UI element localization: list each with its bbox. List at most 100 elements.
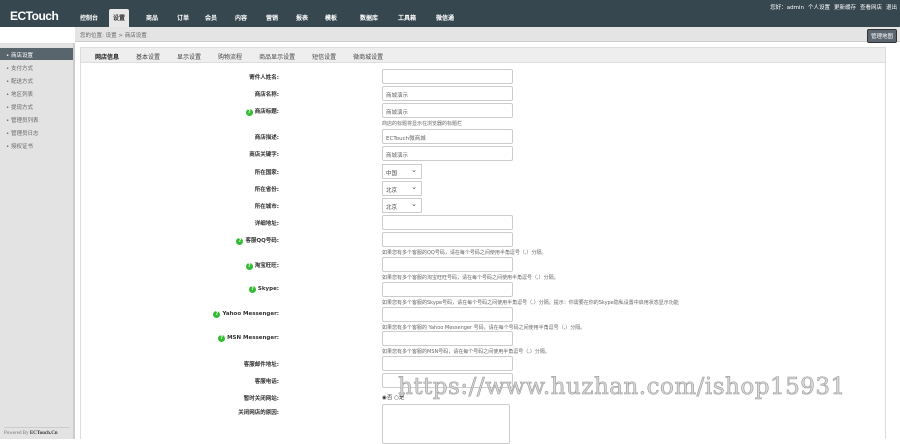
field-label: 所在省份: bbox=[255, 185, 279, 193]
label-text: 客服电话: bbox=[254, 379, 279, 385]
text-input[interactable] bbox=[382, 307, 513, 322]
field-label: 商店名称: bbox=[255, 90, 279, 98]
ectouch-logo: ECTouch bbox=[10, 9, 59, 23]
nav-tab-10[interactable]: 工具箱 bbox=[398, 13, 416, 22]
label-text: 寄件人姓名: bbox=[249, 75, 279, 81]
select-dropdown[interactable]: 中国 bbox=[382, 164, 422, 179]
settings-tabs: 网店信息 基本设置 显示设置 购物流程 商品显示设置 短信设置 微商城设置 bbox=[81, 48, 885, 63]
radio-label: 否 bbox=[386, 395, 393, 401]
field-label: 所在国家: bbox=[255, 168, 279, 176]
sidebar-item-0[interactable]: • 商店设置 bbox=[0, 48, 73, 60]
text-input[interactable] bbox=[382, 331, 513, 346]
field-note: 如果您有多个客服的Skype号码，请在每个号码之间使用半角逗号（,）分隔。提示：… bbox=[382, 300, 679, 306]
sidebar-item-6[interactable]: • 管理员日志 bbox=[0, 126, 73, 138]
field-note: 如果您有多个客服的淘宝旺旺号码，请在每个号码之间使用半角逗号（,）分隔。 bbox=[382, 275, 559, 281]
nav-tab-6[interactable]: 营销 bbox=[266, 13, 278, 22]
label-text: 所在城市: bbox=[254, 204, 279, 210]
label-text: 详细地址: bbox=[254, 221, 279, 227]
field-note: 如果您有多个客服的QQ号码，请在每个号码之间使用半角逗号（,）分隔。 bbox=[382, 250, 547, 256]
user-link-0: 您好：admin bbox=[770, 5, 804, 11]
tab-1[interactable]: 基本设置 bbox=[136, 48, 160, 61]
user-links: 您好：admin 个人设置 更新缓存 查看网店 退出 bbox=[766, 3, 897, 11]
tab-2[interactable]: 显示设置 bbox=[177, 48, 201, 61]
text-input[interactable]: 商城演示 bbox=[382, 86, 513, 101]
user-link-1[interactable]: 个人设置 bbox=[808, 5, 830, 11]
nav-tab-3[interactable]: 订单 bbox=[177, 13, 189, 22]
field-label: ? 淘宝旺旺: bbox=[245, 261, 279, 270]
tab-4[interactable]: 商品显示设置 bbox=[259, 48, 295, 61]
sidebar-item-1[interactable]: • 支付方式 bbox=[0, 61, 73, 73]
powered-brand[interactable]: ECTouch.Cn bbox=[30, 431, 58, 436]
manage-map-button[interactable]: 管理地图 bbox=[866, 29, 897, 43]
top-header: ECTouch 控制台 设置 商品 订单 会员 内容 营销 报表 模板 数据库 工具箱 微信通 您好：… bbox=[0, 0, 900, 27]
user-link-2[interactable]: 更新缓存 bbox=[834, 5, 856, 11]
field-label: 暂时关闭网站: bbox=[244, 394, 279, 402]
user-link-3[interactable]: 查看网店 bbox=[860, 5, 882, 11]
field-note: 如果您有多个客服的MSN号码，请在每个号码之间使用半角逗号（,）分隔。 bbox=[382, 349, 550, 355]
help-icon[interactable]: ? bbox=[245, 109, 253, 116]
sidebar-item-label: 管理员日志 bbox=[11, 131, 39, 137]
label-text: 客服邮件地址: bbox=[243, 362, 279, 368]
text-input[interactable] bbox=[382, 282, 513, 297]
sidebar-item-7[interactable]: • 授权证书 bbox=[0, 139, 73, 151]
label-text: 客服QQ号码: bbox=[245, 238, 279, 244]
nav-tab-9[interactable]: 数据库 bbox=[360, 13, 378, 22]
sidebar-item-label: 配送方式 bbox=[11, 79, 34, 85]
label-text: Yahoo Messenger: bbox=[222, 311, 279, 317]
label-text: 淘宝旺旺: bbox=[254, 263, 279, 269]
field-label: 客服邮件地址: bbox=[244, 360, 279, 368]
close-reason-textarea[interactable] bbox=[382, 404, 510, 444]
nav-tab-5[interactable]: 内容 bbox=[235, 13, 247, 22]
watermark: https://www.huzhan.com/ishop15931 bbox=[398, 374, 846, 401]
sidebar-item-5[interactable]: • 管理员列表 bbox=[0, 113, 73, 125]
text-input[interactable]: 商城演示 bbox=[382, 146, 513, 161]
text-input[interactable] bbox=[382, 215, 513, 230]
label-text: Skype: bbox=[257, 286, 279, 292]
sidebar-item-label: 授权证书 bbox=[11, 144, 34, 150]
nav-tab-7[interactable]: 报表 bbox=[296, 13, 308, 22]
sidebar-item-label: 商店设置 bbox=[11, 53, 34, 59]
help-icon[interactable]: ? bbox=[248, 286, 256, 293]
text-input[interactable] bbox=[382, 232, 513, 247]
sidebar-item-4[interactable]: • 提现方式 bbox=[0, 100, 73, 112]
tab-0[interactable]: 网店信息 bbox=[95, 48, 119, 61]
field-label: ? Skype: bbox=[248, 286, 279, 293]
help-icon[interactable]: ? bbox=[245, 263, 253, 270]
nav-tab-4[interactable]: 会员 bbox=[205, 13, 217, 22]
label-text: 商店名称: bbox=[254, 92, 279, 98]
sidebar-item-2[interactable]: • 配送方式 bbox=[0, 74, 73, 86]
field-label: 商店描述: bbox=[255, 133, 279, 141]
sidebar: • 商店设置 • 支付方式 • 配送方式 • 地区列表 • 提现方式 • 管理员列表 • 管… bbox=[0, 43, 75, 439]
field-note: 如果您有多个客服的 Yahoo Messenger 号码，请在每个号码之间使用半… bbox=[382, 325, 586, 331]
text-input[interactable]: ECTouch微商城 bbox=[382, 129, 513, 144]
help-icon[interactable]: ? bbox=[218, 335, 226, 342]
breadcrumb-bar: 您的位置: 设置 > 商店设置 管理地图 bbox=[75, 27, 900, 43]
field-label: 商店关键字: bbox=[249, 150, 279, 158]
tab-3[interactable]: 购物流程 bbox=[218, 48, 242, 61]
field-label: ? Yahoo Messenger: bbox=[213, 311, 279, 318]
nav-tab-0[interactable]: 控制台 bbox=[80, 13, 98, 22]
user-link-4[interactable]: 退出 bbox=[886, 5, 897, 11]
label-text: 所在国家: bbox=[254, 170, 279, 176]
text-input[interactable] bbox=[382, 356, 513, 371]
text-input[interactable] bbox=[382, 69, 513, 84]
tab-5[interactable]: 短信设置 bbox=[312, 48, 336, 61]
help-icon[interactable]: ? bbox=[236, 238, 244, 245]
nav-tab-1[interactable]: 设置 bbox=[109, 9, 130, 27]
label-text: MSN Messenger: bbox=[227, 335, 279, 341]
help-icon[interactable]: ? bbox=[213, 311, 221, 318]
text-input[interactable] bbox=[382, 257, 513, 272]
sidebar-item-3[interactable]: • 地区列表 bbox=[0, 87, 73, 99]
select-dropdown[interactable]: 北京 bbox=[382, 198, 422, 213]
field-label: 所在城市: bbox=[255, 202, 279, 210]
text-input[interactable]: 商城演示 bbox=[382, 103, 513, 118]
select-dropdown[interactable]: 北京 bbox=[382, 181, 422, 196]
sidebar-item-label: 提现方式 bbox=[11, 105, 34, 111]
field-label: 客服电话: bbox=[255, 377, 279, 385]
nav-tab-8[interactable]: 模板 bbox=[325, 13, 337, 22]
sidebar-item-label: 管理员列表 bbox=[11, 118, 39, 124]
nav-tab-11[interactable]: 微信通 bbox=[436, 13, 454, 22]
nav-tab-2[interactable]: 商品 bbox=[146, 13, 158, 22]
field-note: 商店的标题将显示在浏览器的标题栏 bbox=[382, 121, 463, 127]
tab-6[interactable]: 微商城设置 bbox=[353, 48, 383, 61]
